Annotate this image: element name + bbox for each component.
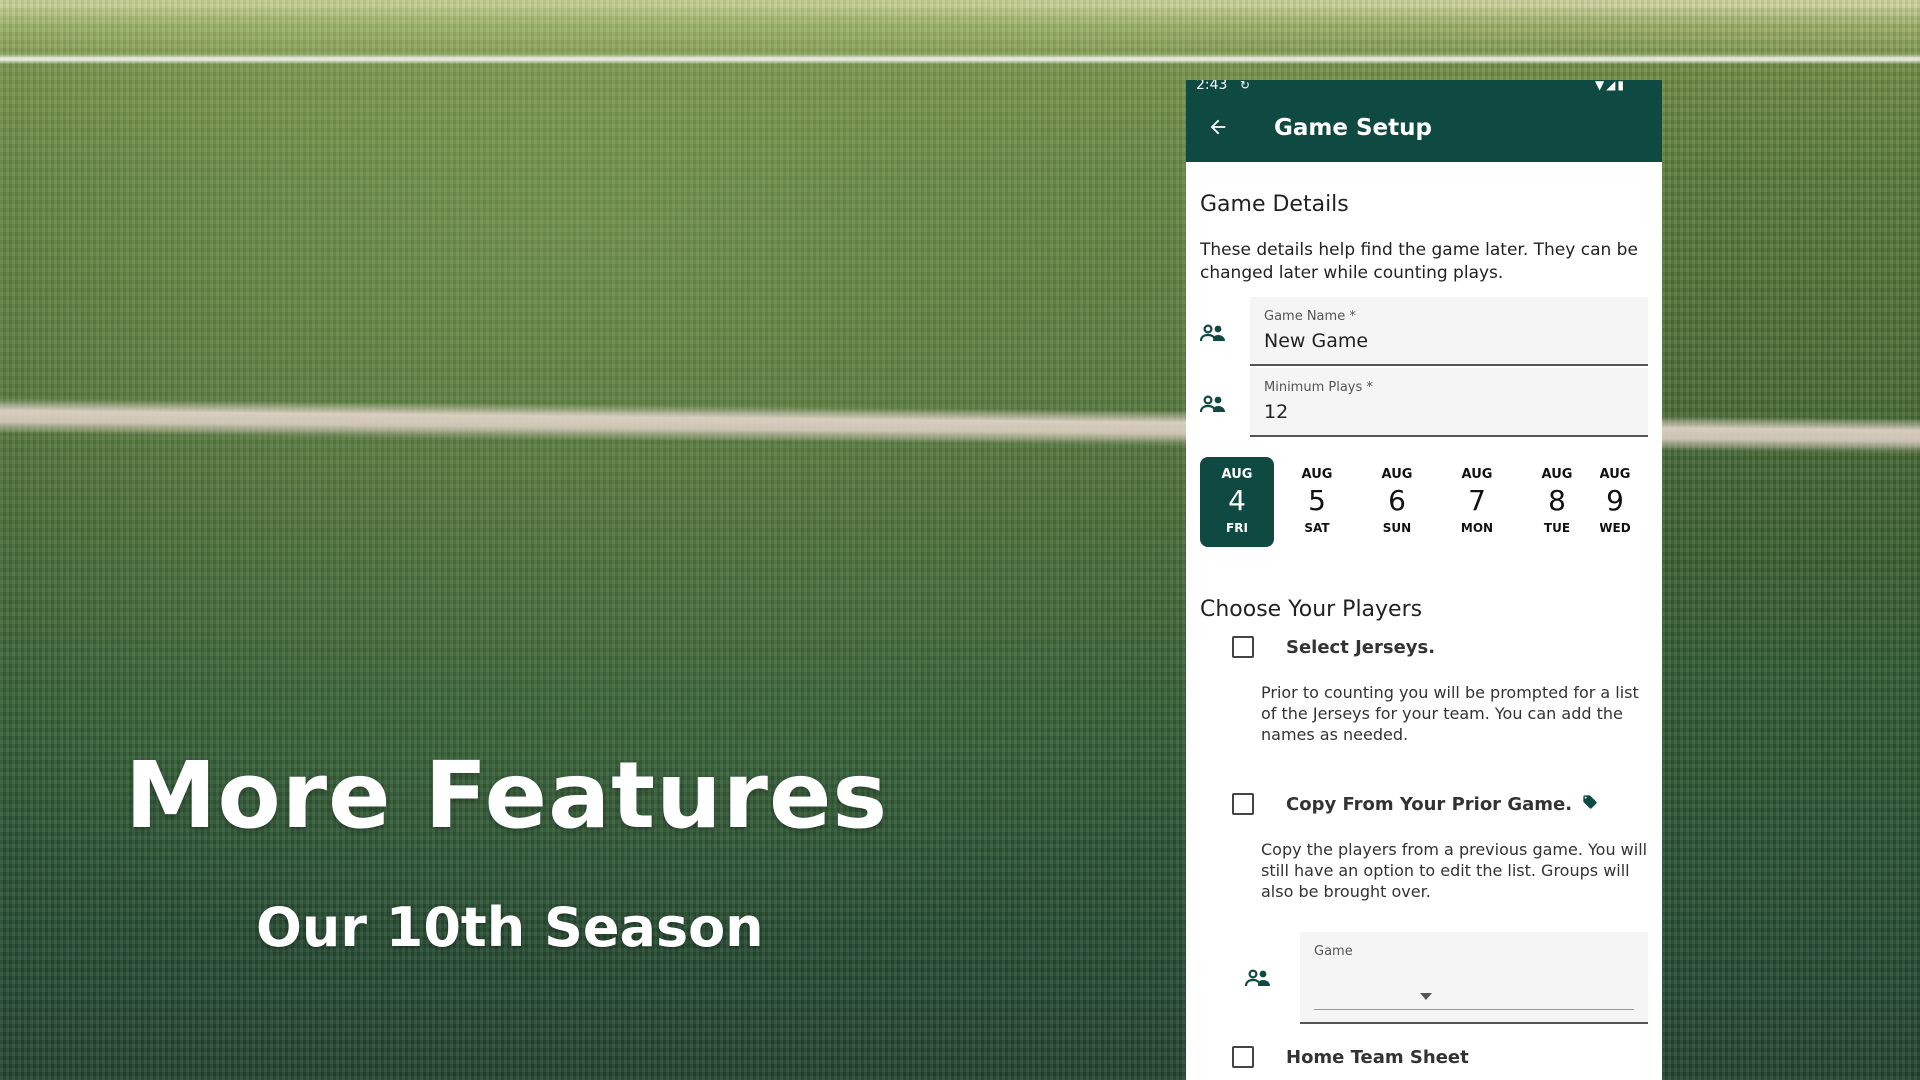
date-day: 9 [1606, 484, 1624, 517]
date-weekday: MON [1460, 521, 1494, 535]
select-jerseys-checkbox[interactable] [1232, 636, 1254, 658]
sync-icon: ↻ [1239, 80, 1250, 92]
date-item[interactable]: AUG 8 TUE [1520, 457, 1594, 547]
date-weekday: SAT [1304, 521, 1330, 535]
minimum-plays-value: 12 [1264, 401, 1289, 423]
date-weekday: TUE [1543, 521, 1571, 535]
date-item[interactable]: AUG 9 WED [1600, 457, 1630, 547]
date-month: AUG [1381, 467, 1413, 482]
select-jerseys-option: Select Jerseys. [1200, 636, 1648, 658]
people-icon [1200, 368, 1250, 439]
minimum-plays-row: Minimum Plays * 12 [1200, 368, 1648, 439]
phone-screen: 2:43 ↻ ▼◢▮ Game Setup Game Details These… [1186, 80, 1662, 1080]
date-picker-strip: AUG 4 FRI AUG 5 SAT AUG 6 SUN AUG 7 MON … [1200, 457, 1648, 547]
prior-game-select-row: Game [1200, 932, 1648, 1024]
field-line-top [0, 54, 1920, 64]
copy-prior-game-label[interactable]: Copy From Your Prior Game. [1286, 794, 1598, 815]
date-month: AUG [1600, 467, 1630, 482]
status-bar: 2:43 ↻ ▼◢▮ [1186, 80, 1662, 94]
players-heading: Choose Your Players [1200, 597, 1423, 622]
date-day: 5 [1308, 484, 1326, 517]
select-jerseys-label[interactable]: Select Jerseys. [1286, 637, 1435, 658]
chevron-down-icon [1420, 993, 1432, 1000]
copy-prior-game-text: Copy From Your Prior Game. [1286, 793, 1573, 815]
status-icons: ▼◢▮ [1594, 80, 1626, 92]
copy-prior-game-description: Copy the players from a previous game. Y… [1261, 840, 1648, 901]
date-day: 4 [1228, 484, 1246, 517]
prior-game-label: Game [1314, 944, 1353, 959]
date-item[interactable]: AUG 5 SAT [1280, 457, 1354, 547]
dropdown-underline [1314, 1009, 1634, 1010]
date-day: 6 [1388, 484, 1406, 517]
promo-title: More Features [125, 742, 889, 849]
arrow-left-icon[interactable] [1186, 112, 1250, 145]
game-name-row: Game Name * New Game [1200, 297, 1648, 368]
home-team-sheet-checkbox[interactable] [1232, 1046, 1254, 1068]
date-item[interactable]: AUG 7 MON [1440, 457, 1514, 547]
game-details-description: These details help find the game later. … [1200, 240, 1638, 283]
game-name-value: New Game [1264, 330, 1369, 352]
app-bar: Game Setup [1186, 94, 1662, 162]
page-title: Game Setup [1274, 115, 1432, 141]
game-details-heading: Game Details [1200, 192, 1349, 217]
copy-prior-game-checkbox[interactable] [1232, 793, 1254, 815]
game-name-label: Game Name * [1264, 309, 1356, 324]
minimum-plays-field[interactable]: Minimum Plays * 12 [1250, 368, 1648, 437]
tag-icon [1582, 794, 1598, 814]
game-setup-content: Game Details These details help find the… [1186, 192, 1662, 1068]
game-name-field[interactable]: Game Name * New Game [1250, 297, 1648, 366]
people-icon [1200, 932, 1300, 1024]
date-day: 8 [1548, 484, 1566, 517]
date-weekday: WED [1600, 521, 1630, 535]
people-icon [1200, 297, 1250, 368]
date-item[interactable]: AUG 4 FRI [1200, 457, 1274, 547]
date-item[interactable]: AUG 6 SUN [1360, 457, 1434, 547]
date-weekday: FRI [1226, 521, 1248, 535]
copy-prior-game-option: Copy From Your Prior Game. [1200, 793, 1648, 815]
promo-subtitle: Our 10th Season [256, 896, 764, 959]
date-day: 7 [1468, 484, 1486, 517]
date-month: AUG [1541, 467, 1573, 482]
date-weekday: SUN [1382, 521, 1412, 535]
minimum-plays-label: Minimum Plays * [1264, 380, 1373, 395]
date-month: AUG [1221, 467, 1253, 482]
home-team-sheet-label[interactable]: Home Team Sheet [1286, 1047, 1469, 1068]
date-month: AUG [1301, 467, 1333, 482]
home-team-sheet-option: Home Team Sheet [1200, 1046, 1648, 1068]
prior-game-dropdown[interactable]: Game [1300, 932, 1648, 1024]
select-jerseys-description: Prior to counting you will be prompted f… [1261, 683, 1639, 744]
status-time: 2:43 [1196, 80, 1228, 93]
date-month: AUG [1461, 467, 1493, 482]
